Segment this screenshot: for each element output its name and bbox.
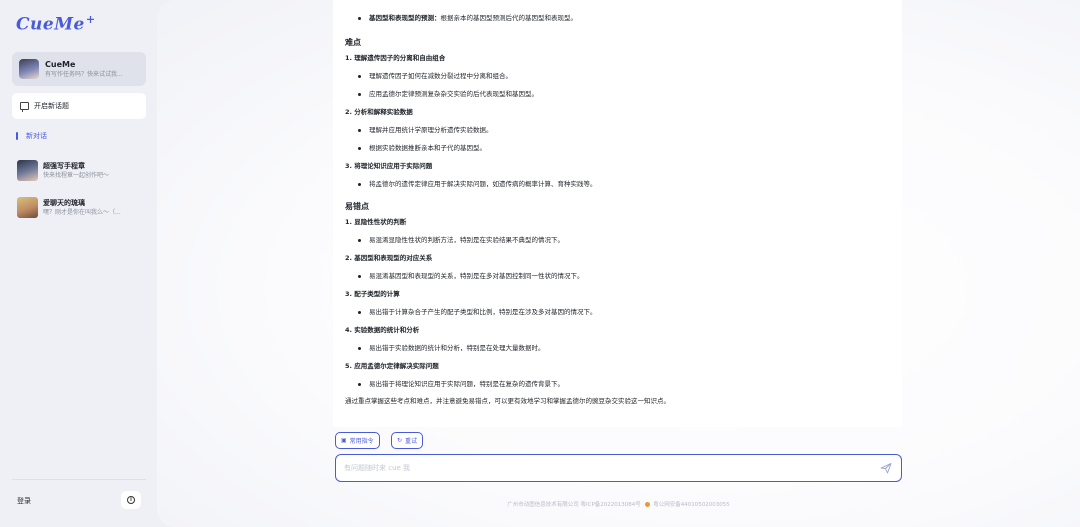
agent-name: 超强写手程章 [43, 162, 85, 170]
chat-input-box[interactable] [335, 454, 902, 482]
ordered-item-title: 3. 配子类型的计算 [345, 290, 400, 298]
common-commands-button[interactable]: ▣ 常用指令 [335, 432, 380, 449]
list-item: 易出错于计算杂合子产生的配子类型和比例，特别是在涉及多对基因的情况下。 [345, 308, 890, 317]
list-item: 应用孟德尔定律预测复杂杂交实验的后代表现型和基因型。 [345, 90, 890, 99]
agent-item-chatter[interactable]: 爱聊天的琉璃 嘿？刚才是你在叫我么～（... [17, 197, 147, 218]
command-icon: ▣ [341, 437, 347, 444]
avatar-boy-icon [17, 160, 38, 181]
agent-desc: 快来找程章一起创作吧～ [43, 172, 110, 179]
bot-subtitle: 有写作任务吗？快来试试我... [45, 71, 123, 78]
list-item: 根据实验数据推断亲本和子代的基因型。 [345, 144, 890, 153]
footer: 广州市动图信息技术有限公司 粤ICP备2022013084号 粤公网安备4401… [157, 500, 1080, 508]
new-topic-label: 开启新话题 [34, 102, 69, 110]
difficulty-heading: 难点 [345, 38, 361, 47]
info-button[interactable]: i [121, 491, 141, 509]
list-item: 理解并应用统计学原理分析遗传实验数据。 [345, 126, 890, 135]
list-item: 基因型和表现型的预测：根据亲本的基因型预测后代的基因型和表现型。 [345, 14, 890, 23]
chat-bubble-icon [20, 102, 29, 112]
summary-text: 通过重点掌握这些考点和难点，并注意避免易错点，可以更有效地学习和掌握孟德尔的豌豆… [345, 397, 670, 405]
list-item: 易混淆显隐性性状的判断方法，特别是在实验结果不典型的情况下。 [345, 236, 890, 245]
bot-name: CueMe [45, 60, 76, 69]
chat-input[interactable] [336, 455, 856, 481]
sidebar-divider [12, 479, 146, 480]
list-item: 将孟德尔的遗传定律应用于解决实际问题，如遗传病的概率计算、育种实践等。 [345, 180, 890, 189]
history-item-new-chat[interactable]: 新对话 [16, 131, 47, 141]
refresh-icon: ↻ [397, 437, 403, 444]
retry-label: 重试 [405, 438, 418, 445]
list-item: 易出错于将理论知识应用于实际问题，特别是在复杂的遗传背景下。 [345, 380, 890, 389]
list-item: 理解遗传因子如何在减数分裂过程中分离和组合。 [345, 72, 890, 81]
ordered-item-title: 3. 将理论知识应用于实际问题 [345, 162, 433, 170]
icp-link[interactable]: 广州市动图信息技术有限公司 粤ICP备2022013084号 [507, 502, 641, 508]
avatar-girl-icon [17, 197, 38, 218]
ordered-item-title: 4. 实验数据的统计和分析 [345, 326, 420, 334]
retry-button[interactable]: ↻ 重试 [391, 432, 424, 449]
bot-card-cueme[interactable]: CueMe 有写作任务吗？快来试试我... [12, 52, 146, 86]
ordered-item-title: 2. 基因型和表现型的对应关系 [345, 254, 433, 262]
active-indicator [16, 132, 18, 140]
agent-item-writer[interactable]: 超强写手程章 快来找程章一起创作吧～ [17, 160, 147, 181]
main-area: 基因型和表现型的预测：根据亲本的基因型预测后代的基因型和表现型。 难点 1. 理… [157, 0, 1080, 527]
send-icon[interactable] [880, 462, 892, 474]
police-badge-icon [644, 502, 650, 507]
new-topic-button[interactable]: 开启新话题 [12, 93, 146, 119]
chat-message: 基因型和表现型的预测：根据亲本的基因型预测后代的基因型和表现型。 难点 1. 理… [333, 0, 902, 427]
agent-name: 爱聊天的琉璃 [43, 199, 85, 207]
list-item: 易出错于实验数据的统计和分析，特别是在处理大量数据时。 [345, 344, 890, 353]
police-link[interactable]: 粤公网安备44010502003055 [653, 502, 730, 508]
ordered-item-title: 5. 应用孟德尔定律解决实际问题 [345, 362, 439, 370]
mistake-heading: 易错点 [345, 202, 369, 211]
list-item: 易混淆基因型和表现型的关系，特别是在多对基因控制同一性状的情况下。 [345, 272, 890, 281]
cueme-avatar [19, 59, 39, 79]
app-logo[interactable]: CueMe+ [16, 13, 96, 35]
ordered-item-title: 1. 显隐性性状的判断 [345, 218, 407, 226]
agent-desc: 嘿？刚才是你在叫我么～（... [43, 209, 121, 216]
ordered-item-title: 2. 分析和解释实验数据 [345, 108, 413, 116]
info-icon: i [127, 496, 135, 504]
common-commands-label: 常用指令 [349, 438, 374, 445]
ordered-item-title: 1. 理解遗传因子的分离和自由组合 [345, 54, 446, 62]
sidebar: CueMe+ CueMe 有写作任务吗？快来试试我... 开启新话题 新对话 超… [0, 0, 157, 527]
login-link[interactable]: 登录 [17, 496, 31, 506]
history-item-label: 新对话 [26, 132, 47, 140]
